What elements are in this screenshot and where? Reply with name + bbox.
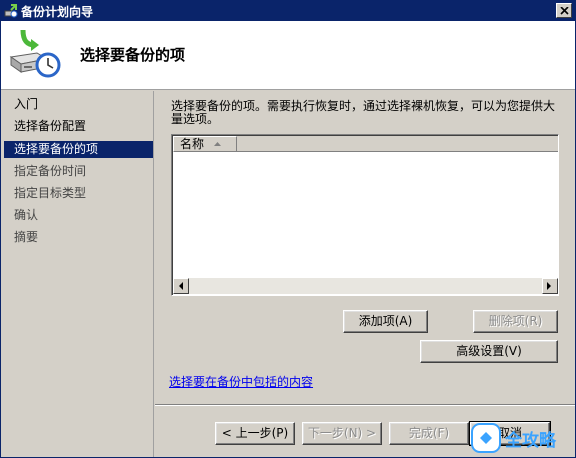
wizard-header: 选择要备份的项 bbox=[1, 21, 575, 90]
page-title: 选择要备份的项 bbox=[80, 46, 186, 64]
backup-wizard-icon bbox=[9, 27, 61, 79]
watermark-text: 全攻略 bbox=[505, 431, 556, 451]
arrow-left-icon bbox=[179, 282, 183, 290]
description-text: 选择要备份的项。需要执行恢复时，通过选择裸机恢复，可以为您提供大量选项。 bbox=[171, 99, 556, 126]
advanced-settings-button[interactable]: 高级设置(V) bbox=[420, 340, 558, 363]
step-destination-type: 指定目标类型 bbox=[14, 186, 87, 200]
backup-app-icon bbox=[4, 4, 18, 18]
scroll-right-button[interactable] bbox=[542, 278, 558, 294]
close-icon bbox=[560, 7, 569, 15]
step-backup-time: 指定备份时间 bbox=[14, 164, 87, 178]
step-select-items[interactable]: 选择要备份的项 bbox=[4, 141, 153, 158]
step-backup-configuration[interactable]: 选择备份配置 bbox=[4, 118, 153, 135]
wizard-steps-sidebar: 入门 选择备份配置 选择要备份的项 指定备份时间 指定目标类型 确认 摘要 bbox=[1, 91, 154, 457]
list-header: 名称 bbox=[173, 136, 558, 152]
close-button[interactable] bbox=[556, 3, 572, 18]
watermark-logo-icon bbox=[471, 423, 501, 453]
remove-item-button: 删除项(R) bbox=[473, 310, 558, 333]
include-content-link[interactable]: 选择要在备份中包括的内容 bbox=[169, 373, 313, 390]
column-header-name[interactable]: 名称 bbox=[173, 136, 237, 152]
step-summary: 摘要 bbox=[14, 230, 39, 244]
next-button: 下一步(N) > bbox=[302, 422, 382, 445]
step-confirmation: 确认 bbox=[14, 208, 39, 222]
watermark: 全攻略 bbox=[469, 421, 573, 455]
title-bar[interactable]: 备份计划向导 bbox=[1, 1, 575, 21]
horizontal-scrollbar[interactable] bbox=[173, 278, 558, 294]
step-getting-started[interactable]: 入门 bbox=[4, 96, 153, 113]
finish-button: 完成(F) bbox=[389, 422, 469, 445]
column-label: 名称 bbox=[180, 137, 205, 151]
scroll-left-button[interactable] bbox=[173, 278, 189, 294]
sort-ascending-icon bbox=[214, 142, 221, 146]
wizard-content: 选择要备份的项。需要执行恢复时，通过选择裸机恢复，可以为您提供大量选项。 名称 bbox=[155, 91, 575, 457]
add-item-button[interactable]: 添加项(A) bbox=[343, 310, 428, 333]
items-list[interactable]: 名称 bbox=[171, 134, 559, 296]
window-title: 备份计划向导 bbox=[21, 5, 94, 19]
wizard-window: 备份计划向导 选择要备份的项 入门 选择备份配置 选择要备份的项 指定备份时间 … bbox=[0, 0, 576, 458]
arrow-right-icon bbox=[547, 282, 551, 290]
back-button[interactable]: < 上一步(P) bbox=[215, 422, 295, 445]
